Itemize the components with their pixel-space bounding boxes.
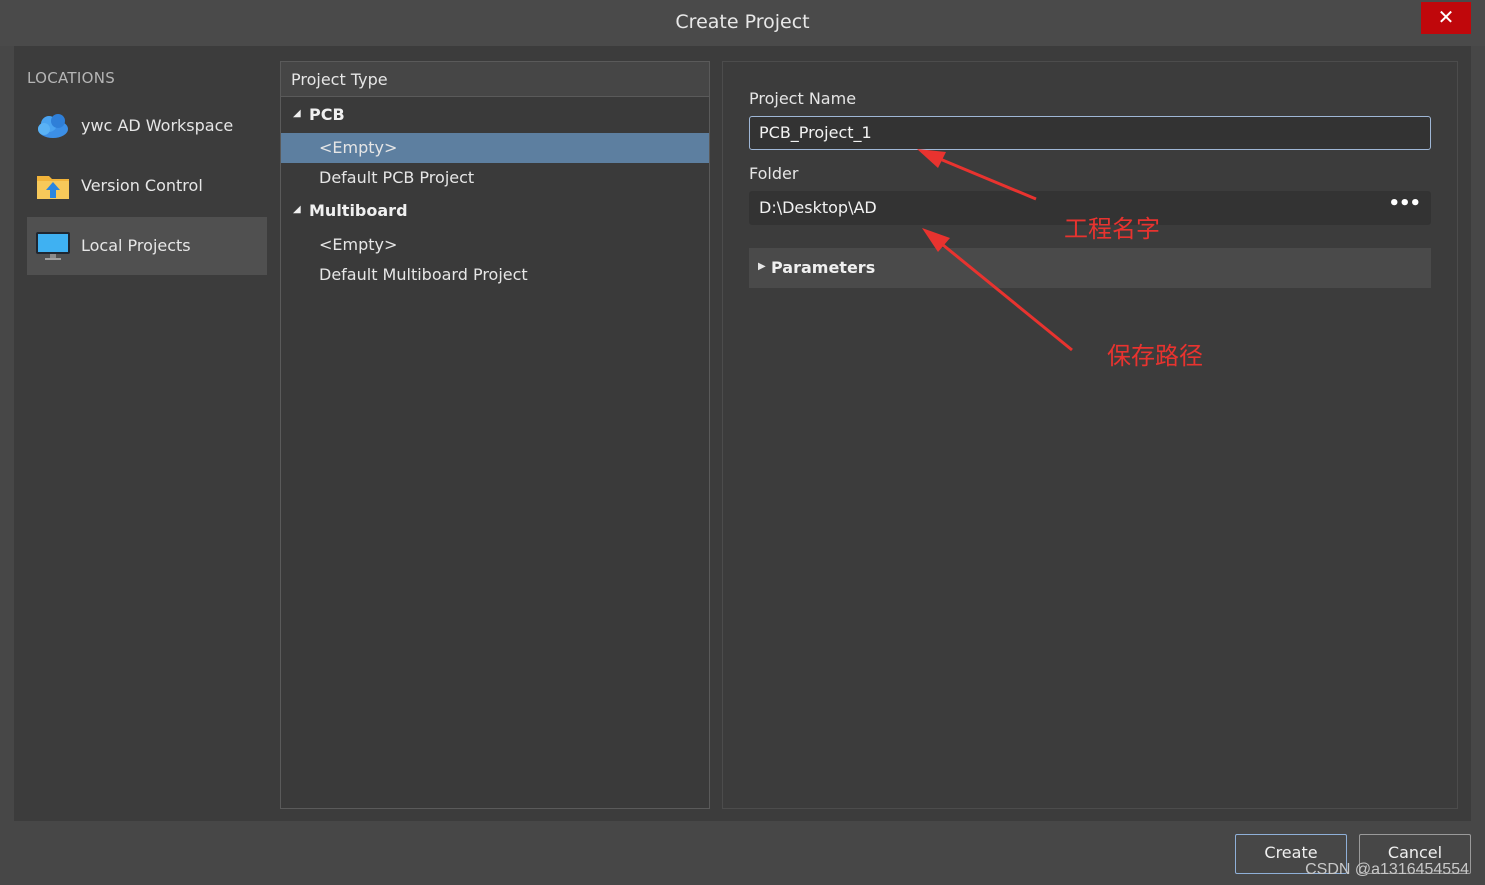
- arrow-line-name: [927, 152, 1037, 201]
- arrow-line-path: [931, 234, 1073, 352]
- annotation-project-name: 工程名字: [1064, 215, 1160, 243]
- annotation-arrows: [917, 149, 1073, 352]
- arrow-head-name: [917, 149, 946, 168]
- annotation-save-path: 保存路径: [1107, 342, 1203, 370]
- watermark: CSDN @a1316454554: [1305, 861, 1469, 878]
